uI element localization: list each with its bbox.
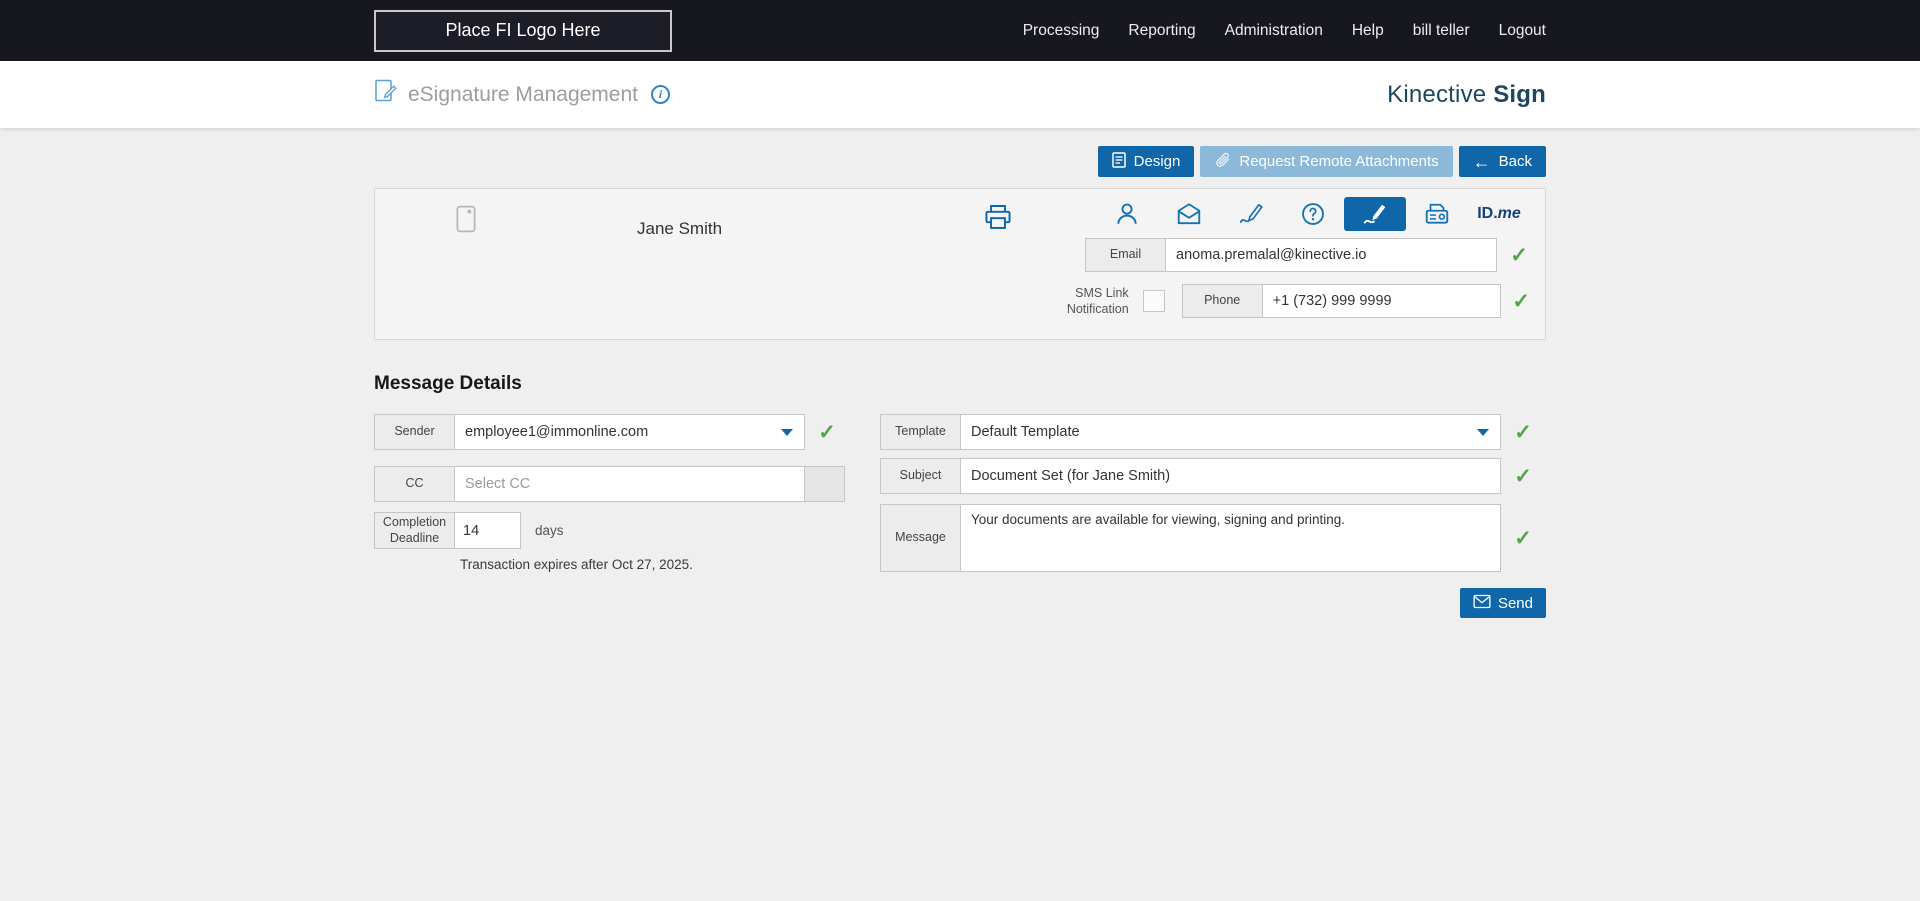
idme-suffix: me	[1498, 205, 1521, 223]
person-icon[interactable]	[1096, 197, 1158, 231]
message-details-form: Sender employee1@immonline.com ✓ CC Comp…	[374, 414, 1546, 618]
send-row: Send	[880, 588, 1546, 618]
delivery-options-panel: ID.me Email ✓ SMS Link Notification Phon…	[1050, 197, 1530, 318]
send-envelope-icon	[1473, 594, 1491, 613]
design-button[interactable]: Design	[1098, 146, 1195, 177]
completion-deadline-input[interactable]	[454, 512, 521, 549]
cc-input[interactable]	[454, 466, 805, 502]
email-valid-check-icon: ✓	[1508, 245, 1530, 266]
idme-prefix: ID.	[1477, 205, 1497, 223]
email-input[interactable]	[1165, 238, 1497, 272]
brand-suffix: Sign	[1493, 81, 1546, 108]
idme-logo[interactable]: ID.me	[1468, 197, 1530, 231]
send-button[interactable]: Send	[1460, 588, 1546, 618]
back-button[interactable]: ← Back	[1459, 146, 1546, 177]
sender-select[interactable]: employee1@immonline.com	[454, 414, 805, 450]
esign-pen-icon[interactable]	[1220, 197, 1282, 231]
nav-help[interactable]: Help	[1352, 22, 1384, 40]
question-circle-icon[interactable]	[1282, 197, 1344, 231]
message-label: Message	[880, 504, 960, 572]
delivery-method-row: ID.me	[1050, 197, 1530, 231]
nav-reporting[interactable]: Reporting	[1128, 22, 1195, 40]
cc-label: CC	[374, 466, 454, 502]
top-nav: Processing Reporting Administration Help…	[1023, 22, 1546, 40]
fax-icon[interactable]	[1406, 197, 1468, 231]
message-details-title: Message Details	[374, 373, 1546, 395]
sms-notification-checkbox[interactable]	[1143, 290, 1165, 312]
cc-addon-box	[805, 466, 845, 502]
message-textarea[interactable]: Your documents are available for viewing…	[960, 504, 1501, 572]
nav-logout[interactable]: Logout	[1499, 22, 1546, 40]
app-header: eSignature Management i Kinective Sign	[0, 61, 1920, 128]
action-button-row: Design Request Remote Attachments ← Back	[374, 146, 1546, 177]
nav-processing[interactable]: Processing	[1023, 22, 1100, 40]
nav-administration[interactable]: Administration	[1225, 22, 1323, 40]
main-content: Design Request Remote Attachments ← Back	[0, 128, 1920, 618]
design-document-icon	[1112, 152, 1126, 172]
template-select[interactable]: Default Template	[960, 414, 1501, 450]
completion-deadline-label: Completion Deadline	[374, 512, 454, 549]
template-row: Template Default Template ✓	[880, 414, 1546, 450]
deadline-unit-label: days	[535, 523, 564, 538]
send-button-label: Send	[1498, 595, 1533, 612]
phone-row: SMS Link Notification Phone ✓	[1050, 284, 1530, 318]
phone-valid-check-icon: ✓	[1512, 291, 1530, 312]
template-label: Template	[880, 414, 960, 450]
nav-user-bill-teller[interactable]: bill teller	[1413, 22, 1470, 40]
subject-label: Subject	[880, 458, 960, 494]
sender-selected-value: employee1@immonline.com	[465, 424, 648, 440]
dropdown-caret-icon	[1477, 429, 1489, 436]
printer-icon[interactable]	[983, 203, 1013, 236]
sms-link-notification-label: SMS Link Notification	[1050, 285, 1129, 318]
email-row: Email ✓	[1050, 238, 1530, 272]
subject-row: Subject ✓	[880, 458, 1546, 494]
sender-label: Sender	[374, 414, 454, 450]
subject-input[interactable]	[960, 458, 1501, 494]
phone-label: Phone	[1182, 284, 1262, 318]
design-button-label: Design	[1134, 153, 1181, 170]
sender-row: Sender employee1@immonline.com ✓	[374, 414, 848, 450]
request-remote-attachments-button[interactable]: Request Remote Attachments	[1200, 146, 1452, 177]
phone-input[interactable]	[1262, 284, 1502, 318]
page-title: eSignature Management	[408, 83, 638, 107]
top-bar: Place FI Logo Here Processing Reporting …	[0, 0, 1920, 61]
subject-valid-check-icon: ✓	[1512, 466, 1534, 487]
recipient-card: Jane Smith	[374, 188, 1546, 340]
transaction-expiry-note: Transaction expires after Oct 27, 2025.	[460, 557, 848, 572]
back-button-label: Back	[1499, 153, 1532, 170]
message-row: Message Your documents are available for…	[880, 504, 1546, 572]
recipient-name: Jane Smith	[637, 219, 722, 239]
paperclip-icon	[1214, 151, 1231, 172]
template-valid-check-icon: ✓	[1512, 422, 1534, 443]
completion-deadline-row: Completion Deadline days	[374, 512, 848, 549]
hand-signature-icon[interactable]	[1344, 197, 1406, 231]
fi-logo-placeholder: Place FI Logo Here	[374, 10, 672, 52]
request-remote-attachments-label: Request Remote Attachments	[1239, 153, 1438, 170]
mobile-device-icon	[453, 205, 479, 238]
brand-logo: Kinective Sign	[1387, 81, 1546, 109]
brand-name: Kinective	[1387, 81, 1493, 108]
email-label: Email	[1085, 238, 1165, 272]
template-selected-value: Default Template	[971, 424, 1080, 440]
sender-valid-check-icon: ✓	[816, 422, 838, 443]
dropdown-caret-icon	[781, 429, 793, 436]
message-valid-check-icon: ✓	[1512, 528, 1534, 549]
cc-row: CC	[374, 466, 848, 502]
open-envelope-icon[interactable]	[1158, 197, 1220, 231]
document-edit-icon	[374, 79, 398, 110]
back-arrow-icon: ←	[1473, 153, 1491, 171]
info-icon[interactable]: i	[651, 85, 670, 104]
